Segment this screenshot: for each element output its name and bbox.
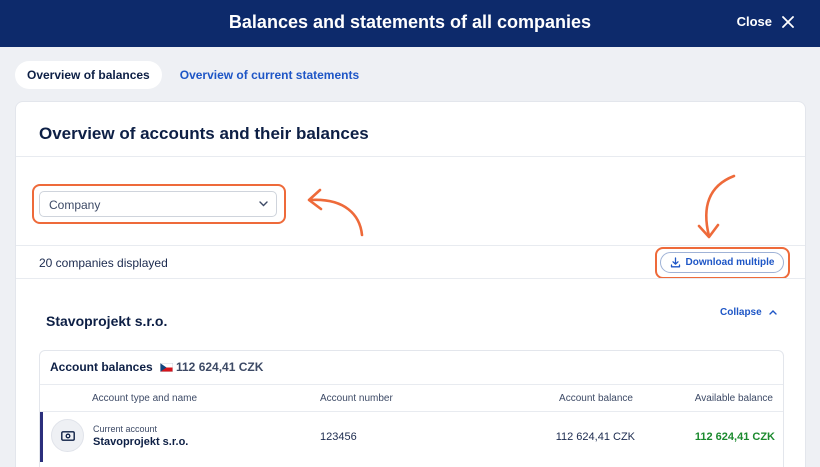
row-accent-bar bbox=[40, 412, 43, 462]
annotation-arrow-left bbox=[307, 188, 364, 237]
modal-title: Balances and statements of all companies bbox=[228, 12, 592, 32]
page-title: Overview of accounts and their balances bbox=[39, 124, 369, 143]
column-header-account-balance: Account balance bbox=[559, 393, 633, 404]
account-icon bbox=[51, 419, 84, 452]
chevron-up-icon bbox=[768, 310, 777, 315]
column-header-available-balance: Available balance bbox=[694, 393, 773, 404]
company-select[interactable]: Company bbox=[39, 191, 277, 217]
divider bbox=[16, 156, 805, 157]
column-header-account-number: Account number bbox=[320, 393, 393, 404]
tab-overview-of-balances[interactable]: Overview of balances bbox=[15, 61, 162, 89]
account-type: Current account bbox=[93, 424, 158, 434]
collapse-label: Collapse bbox=[720, 307, 762, 318]
annotation-arrow-down bbox=[697, 174, 736, 239]
main-card: Overview of accounts and their balances … bbox=[15, 101, 806, 467]
chevron-down-icon bbox=[259, 201, 268, 207]
close-icon bbox=[782, 15, 794, 28]
modal-header: Balances and statements of all companies… bbox=[0, 0, 820, 47]
companies-count: 20 companies displayed bbox=[39, 256, 168, 270]
available-balance: 112 624,41 CZK bbox=[694, 431, 775, 443]
tab-bar: Overview of balances Overview of current… bbox=[15, 61, 371, 89]
divider bbox=[16, 245, 805, 246]
account-number: 123456 bbox=[320, 431, 357, 443]
company-select-highlight: Company bbox=[32, 184, 286, 224]
close-button[interactable]: Close bbox=[737, 14, 794, 29]
download-multiple-label: Download multiple bbox=[685, 257, 775, 268]
company-name: Stavoprojekt s.r.o. bbox=[46, 313, 168, 329]
company-select-value: Company bbox=[49, 198, 101, 212]
tab-overview-of-current-statements[interactable]: Overview of current statements bbox=[168, 61, 371, 89]
divider bbox=[16, 278, 805, 279]
download-multiple-highlight: Download multiple bbox=[655, 247, 790, 279]
download-icon bbox=[670, 257, 680, 268]
account-balances-table: Account balances 112 624,41 CZK Account … bbox=[39, 350, 784, 467]
close-label: Close bbox=[736, 14, 772, 29]
account-balances-total: 112 624,41 CZK bbox=[176, 360, 264, 374]
account-balances-label: Account balances bbox=[50, 360, 153, 374]
collapse-button[interactable]: Collapse bbox=[720, 307, 777, 318]
banknote-icon bbox=[61, 431, 75, 441]
account-name: Stavoprojekt s.r.o. bbox=[93, 436, 189, 448]
divider bbox=[40, 384, 783, 385]
table-row[interactable]: Current account Stavoprojekt s.r.o. 1234… bbox=[40, 412, 783, 462]
download-multiple-button[interactable]: Download multiple bbox=[660, 252, 784, 273]
column-header-type-name: Account type and name bbox=[92, 393, 198, 404]
czech-flag-icon bbox=[160, 363, 173, 372]
account-balance: 112 624,41 CZK bbox=[555, 431, 635, 443]
